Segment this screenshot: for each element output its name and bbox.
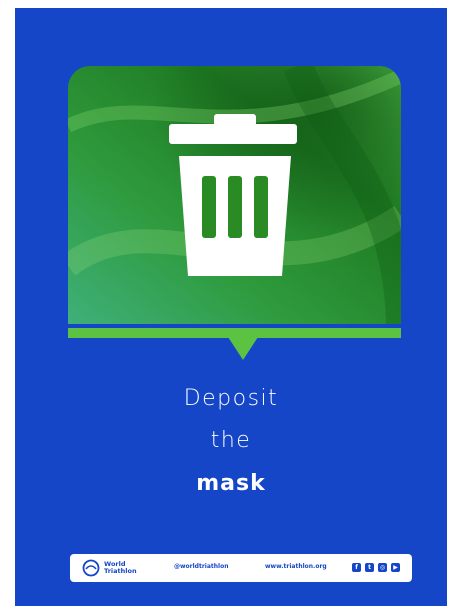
trash-bin-illustration (68, 66, 401, 324)
website-link[interactable]: www.triathlon.org (265, 563, 327, 570)
poster: Deposit the mask World Triathlon @worldt… (15, 8, 447, 606)
trash-bin-icon (169, 114, 297, 276)
triathlon-logo-icon (82, 559, 100, 577)
social-icons: f t ◎ ▶ (352, 563, 400, 572)
illustration-panel (68, 66, 401, 324)
pointer-triangle (228, 337, 258, 360)
social-handle: @worldtriathlon (174, 563, 229, 570)
instagram-icon[interactable]: ◎ (378, 563, 387, 572)
headline-line-2: the (210, 428, 252, 453)
brand-line-2: Triathlon (104, 567, 137, 575)
headline-line-3: mask (196, 471, 266, 496)
youtube-icon[interactable]: ▶ (391, 563, 400, 572)
facebook-icon[interactable]: f (352, 563, 361, 572)
headline-line-1: Deposit (183, 386, 279, 411)
footer-bar: World Triathlon @worldtriathlon www.tria… (70, 554, 412, 582)
world-triathlon-logo: World Triathlon (82, 558, 137, 578)
twitter-icon[interactable]: t (365, 563, 374, 572)
